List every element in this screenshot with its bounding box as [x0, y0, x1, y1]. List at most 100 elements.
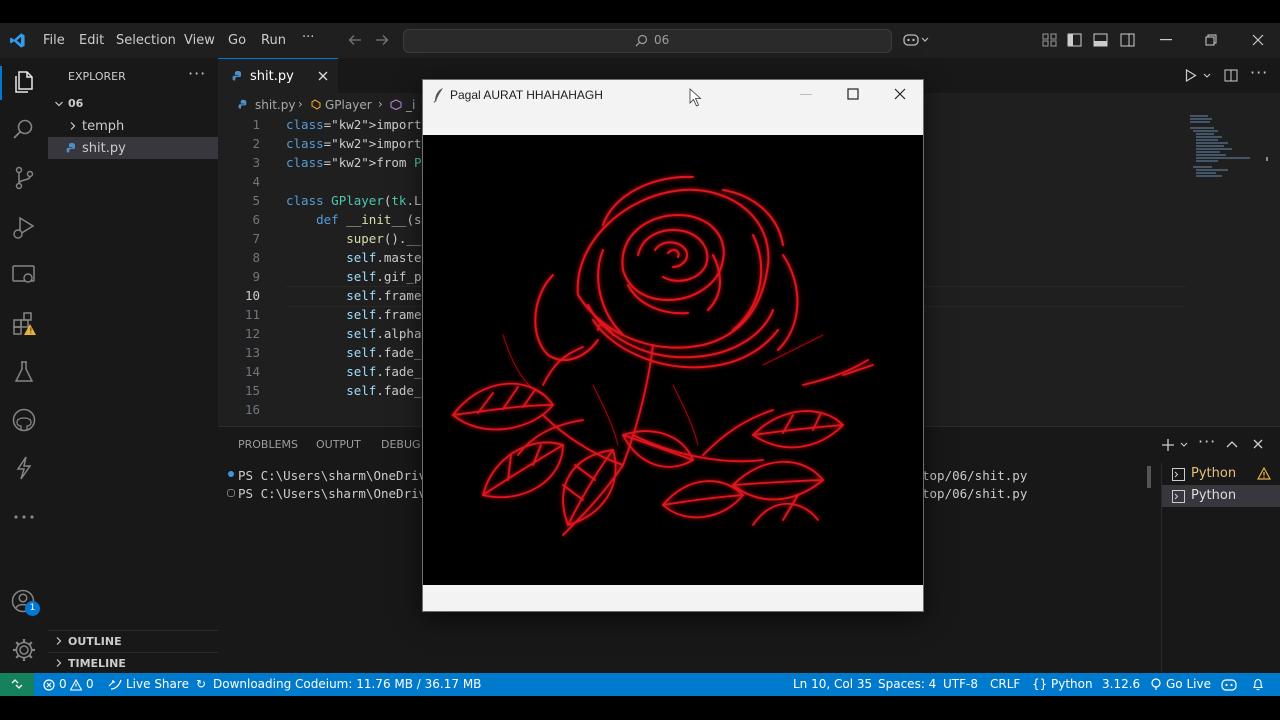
forward-arrow-icon[interactable]	[375, 34, 389, 46]
menu-file[interactable]: File	[43, 33, 65, 48]
tab-output[interactable]: OUTPUT	[316, 438, 361, 451]
chevron-right-icon	[56, 659, 62, 667]
activity-bar: ! 1	[0, 58, 49, 673]
line-number: 12	[244, 326, 260, 341]
folder-temph[interactable]: temph	[82, 119, 124, 134]
tk-close-icon[interactable]	[894, 88, 906, 100]
copilot-status-icon[interactable]	[1221, 678, 1237, 691]
codeium-icon[interactable]	[11, 455, 37, 481]
python-interpreter-version[interactable]: 3.12.6	[1102, 677, 1140, 691]
close-panel-icon[interactable]	[1253, 439, 1263, 449]
close-window-icon[interactable]	[1252, 34, 1264, 46]
copilot-icon[interactable]	[903, 32, 929, 48]
line-number: 8	[252, 250, 260, 265]
code-line: def __init__(s	[316, 212, 422, 227]
notifications-bell-icon[interactable]	[1252, 678, 1264, 691]
menu-view[interactable]: View	[184, 33, 215, 48]
line-number: 10	[244, 288, 260, 303]
chevron-right-icon	[56, 637, 62, 645]
minimap[interactable]	[1188, 113, 1268, 183]
breadcrumb-method[interactable]: _i	[406, 98, 415, 112]
chevron-right-icon	[70, 122, 76, 130]
split-editor-icon[interactable]	[1224, 69, 1238, 82]
breadcrumb-class[interactable]: GPlayer	[325, 98, 372, 112]
terminal-icon	[1172, 468, 1185, 481]
tab-shit-py[interactable]: shit.py	[218, 58, 338, 94]
title-bar: File Edit Selection View Go Run ··· 06	[0, 23, 1280, 59]
menu-selection[interactable]: Selection	[116, 33, 176, 48]
workspace-folder-06[interactable]: 06	[68, 97, 83, 110]
manage-gear-icon[interactable]	[11, 637, 37, 663]
active-indicator	[0, 66, 2, 100]
explorer-header: EXPLORER	[68, 70, 126, 83]
chevron-down-icon	[55, 101, 63, 107]
braces-icon: {}	[1032, 677, 1048, 691]
line-number: 2	[252, 136, 260, 151]
editor-more-actions[interactable]: ···	[1250, 63, 1268, 82]
menu-more[interactable]: ···	[302, 30, 314, 45]
python-file-icon	[232, 71, 241, 81]
tkinter-app-window[interactable]: Pagal AURAT HHAHAHAGH	[422, 79, 924, 612]
customize-layout-icon[interactable]	[1042, 33, 1057, 47]
back-arrow-icon[interactable]	[348, 34, 362, 46]
toggle-secondary-sidebar-icon[interactable]	[1120, 33, 1135, 47]
menu-go[interactable]: Go	[228, 33, 246, 48]
indentation[interactable]: Spaces: 4	[878, 677, 936, 691]
code-line: self.fade_	[346, 364, 422, 379]
divider	[48, 652, 218, 653]
tk-maximize-icon[interactable]	[847, 88, 859, 100]
line-number: 14	[244, 364, 260, 379]
source-control-icon[interactable]	[11, 165, 37, 191]
maximize-panel-chevron-up-icon[interactable]	[1226, 440, 1238, 448]
end-of-line[interactable]: CRLF	[990, 677, 1020, 691]
minimize-window-icon[interactable]	[1160, 39, 1172, 41]
status-bar: 0 0 Live Share ↻ Downloading Codeium: 11…	[0, 673, 1280, 696]
cursor-position[interactable]: Ln 10, Col 35	[793, 677, 872, 691]
panel-more-actions[interactable]: ···	[1198, 432, 1216, 451]
menu-run[interactable]: Run	[261, 33, 286, 48]
outline-section[interactable]: OUTLINE	[68, 635, 122, 648]
remote-explorer-icon[interactable]	[11, 262, 37, 288]
codeium-download-status[interactable]: Downloading Codeium: 11.76 MB / 36.17 MB	[213, 677, 481, 691]
error-count[interactable]: 0	[59, 677, 67, 691]
restore-window-icon[interactable]	[1205, 34, 1217, 46]
line-number: 11	[244, 307, 260, 322]
broadcast-icon	[1151, 678, 1161, 690]
tk-window-title: Pagal AURAT HHAHAHAGH	[450, 88, 603, 102]
toggle-primary-sidebar-icon[interactable]	[1067, 33, 1082, 47]
more-views-icon[interactable]	[11, 504, 37, 530]
language-mode[interactable]: Python	[1051, 677, 1093, 691]
file-shit-py[interactable]: shit.py	[82, 141, 126, 156]
error-icon	[43, 679, 55, 691]
explorer-files-icon[interactable]	[11, 69, 37, 95]
extensions-icon[interactable]: !	[11, 311, 37, 337]
remote-indicator[interactable]	[0, 673, 34, 696]
menu-edit[interactable]: Edit	[79, 33, 104, 48]
explorer-more-button[interactable]: ···	[188, 64, 206, 83]
line-number: 6	[252, 212, 260, 227]
live-share-button[interactable]: Live Share	[126, 677, 189, 691]
warning-count[interactable]: 0	[86, 677, 94, 691]
run-and-debug-icon[interactable]	[11, 214, 37, 240]
terminal-list-item[interactable]: Python	[1162, 463, 1280, 485]
line-number: 4	[252, 174, 260, 189]
chevron-down-icon[interactable]	[1180, 442, 1188, 448]
search-icon[interactable]	[11, 117, 37, 143]
terminal-list-item-selected[interactable]: Python	[1162, 485, 1280, 507]
toggle-panel-icon[interactable]	[1093, 33, 1108, 47]
encoding[interactable]: UTF-8	[943, 677, 978, 691]
testing-flask-icon[interactable]	[11, 359, 37, 385]
timeline-section[interactable]: TIMELINE	[68, 657, 126, 670]
chevron-down-icon[interactable]	[1203, 73, 1211, 79]
tab-problems[interactable]: PROBLEMS	[238, 438, 298, 451]
command-center-search[interactable]: 06	[403, 29, 892, 53]
run-python-file-icon[interactable]	[1185, 69, 1197, 82]
command-center-text: 06	[654, 33, 670, 47]
github-icon[interactable]	[11, 407, 37, 433]
tk-minimize-icon[interactable]	[800, 94, 812, 96]
go-live-button[interactable]: Go Live	[1166, 677, 1211, 691]
breadcrumb-file[interactable]: shit.py	[255, 98, 295, 112]
new-terminal-plus-icon[interactable]	[1161, 438, 1175, 452]
close-tab-icon[interactable]	[318, 71, 328, 81]
terminal-scrollbar[interactable]	[1147, 466, 1151, 488]
